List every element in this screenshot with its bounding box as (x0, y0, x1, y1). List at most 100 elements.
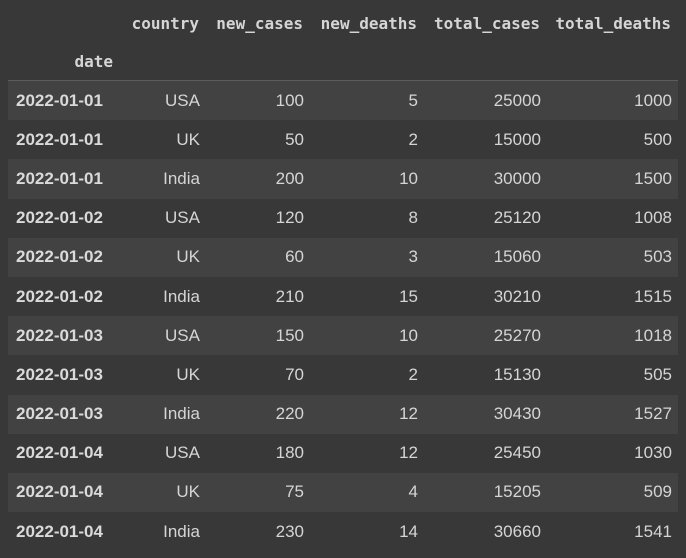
index-header-empty-cell (120, 42, 206, 81)
header-corner-cell (8, 5, 120, 42)
cell-total-deaths: 1500 (634, 168, 672, 188)
table-row: 2022-01-03 UK 70 2 15130 505 (8, 355, 678, 395)
column-header-total-cases: total_cases (434, 14, 540, 33)
cell-new-cases: 75 (285, 482, 304, 502)
table-row: 2022-01-01 India 200 10 30000 1500 (8, 159, 678, 199)
cell-total-cases: 15000 (493, 129, 541, 149)
cell-new-deaths: 12 (399, 404, 418, 424)
cell-new-deaths: 3 (408, 247, 418, 267)
cell-total-deaths: 1000 (634, 90, 672, 110)
cell-total-deaths: 1018 (634, 325, 672, 345)
column-header-new-deaths: new_deaths (320, 14, 417, 33)
cell-total-cases: 30000 (493, 168, 541, 188)
cell-total-deaths: 500 (643, 129, 672, 149)
table-row: 2022-01-01 UK 50 2 15000 500 (8, 120, 678, 160)
dataframe-table: country new_cases new_deaths total_cases… (8, 5, 678, 552)
table-row: 2022-01-04 India 230 14 30660 1541 (8, 512, 678, 552)
cell-total-cases: 25120 (493, 208, 541, 228)
cell-new-deaths: 10 (399, 325, 418, 345)
cell-country: USA (165, 443, 200, 463)
cell-new-deaths: 2 (408, 364, 418, 384)
table-row: 2022-01-02 USA 120 8 25120 1008 (8, 198, 678, 238)
cell-total-cases: 25270 (493, 325, 541, 345)
dataframe-output: country new_cases new_deaths total_cases… (8, 5, 678, 552)
cell-new-deaths: 12 (399, 443, 418, 463)
cell-total-cases: 15205 (493, 482, 541, 502)
cell-total-deaths: 509 (643, 482, 672, 502)
cell-country: India (163, 521, 200, 541)
cell-new-cases: 180 (275, 443, 304, 463)
column-header-row: country new_cases new_deaths total_cases… (8, 5, 678, 42)
row-index-date: 2022-01-04 (16, 482, 103, 502)
cell-new-cases: 100 (275, 90, 304, 110)
index-header-empty-cell (310, 42, 424, 81)
cell-total-cases: 30430 (493, 404, 541, 424)
row-index-date: 2022-01-02 (16, 247, 103, 267)
cell-country: UK (176, 129, 200, 149)
index-header-empty-cell (206, 42, 310, 81)
cell-total-cases: 25000 (493, 90, 541, 110)
cell-new-deaths: 4 (408, 482, 418, 502)
row-index-date: 2022-01-04 (16, 521, 103, 541)
table-body: 2022-01-01 USA 100 5 25000 1000 2022-01-01 UK 50… (8, 80, 678, 552)
cell-new-cases: 120 (275, 208, 304, 228)
table-row: 2022-01-02 UK 60 3 15060 503 (8, 237, 678, 277)
table-row: 2022-01-02 India 210 15 30210 1515 (8, 276, 678, 317)
index-header-date: date (74, 51, 113, 71)
cell-new-cases: 220 (275, 404, 304, 424)
cell-new-cases: 200 (275, 168, 304, 188)
cell-country: USA (165, 325, 200, 345)
row-index-date: 2022-01-01 (16, 90, 103, 110)
cell-new-deaths: 15 (399, 286, 418, 306)
cell-total-cases: 30660 (493, 521, 541, 541)
row-index-date: 2022-01-03 (16, 325, 103, 345)
row-index-date: 2022-01-01 (16, 129, 103, 149)
cell-total-deaths: 503 (643, 247, 672, 267)
row-index-date: 2022-01-02 (16, 208, 103, 228)
cell-new-cases: 210 (275, 286, 304, 306)
cell-new-cases: 70 (285, 364, 304, 384)
table-row: 2022-01-01 USA 100 5 25000 1000 (8, 80, 678, 121)
index-header-row: date (8, 42, 678, 81)
cell-country: USA (165, 208, 200, 228)
cell-total-deaths: 1030 (634, 443, 672, 463)
table-row: 2022-01-04 USA 180 12 25450 1030 (8, 433, 678, 473)
cell-total-cases: 25450 (493, 443, 541, 463)
row-index-date: 2022-01-04 (16, 443, 103, 463)
row-index-date: 2022-01-03 (16, 404, 103, 424)
table-row: 2022-01-04 UK 75 4 15205 509 (8, 472, 678, 513)
cell-new-deaths: 14 (399, 521, 418, 541)
cell-country: UK (176, 364, 200, 384)
cell-total-deaths: 1008 (634, 208, 672, 228)
cell-country: India (163, 286, 200, 306)
index-header-empty-cell (424, 42, 547, 81)
cell-total-cases: 15060 (493, 247, 541, 267)
cell-new-cases: 150 (275, 325, 304, 345)
cell-total-deaths: 1527 (634, 404, 672, 424)
index-header-empty-cell (547, 42, 678, 81)
cell-country: UK (176, 247, 200, 267)
column-header-total-deaths: total_deaths (555, 14, 671, 33)
cell-total-deaths: 1515 (634, 286, 672, 306)
cell-country: UK (176, 482, 200, 502)
cell-total-cases: 15130 (493, 364, 541, 384)
column-header-country: country (131, 14, 199, 33)
cell-new-deaths: 2 (408, 129, 418, 149)
table-row: 2022-01-03 India 220 12 30430 1527 (8, 394, 678, 434)
cell-new-cases: 230 (275, 521, 304, 541)
column-header-new-cases: new_cases (216, 14, 303, 33)
cell-new-cases: 60 (285, 247, 304, 267)
cell-total-deaths: 505 (643, 364, 672, 384)
table-header: country new_cases new_deaths total_cases… (8, 5, 678, 81)
row-index-date: 2022-01-02 (16, 286, 103, 306)
cell-country: India (163, 168, 200, 188)
cell-country: USA (165, 90, 200, 110)
cell-new-cases: 50 (285, 129, 304, 149)
row-index-date: 2022-01-03 (16, 364, 103, 384)
row-index-date: 2022-01-01 (16, 168, 103, 188)
cell-total-deaths: 1541 (634, 521, 672, 541)
cell-new-deaths: 5 (408, 90, 418, 110)
table-row: 2022-01-03 USA 150 10 25270 1018 (8, 316, 678, 356)
cell-country: India (163, 404, 200, 424)
cell-total-cases: 30210 (493, 286, 541, 306)
